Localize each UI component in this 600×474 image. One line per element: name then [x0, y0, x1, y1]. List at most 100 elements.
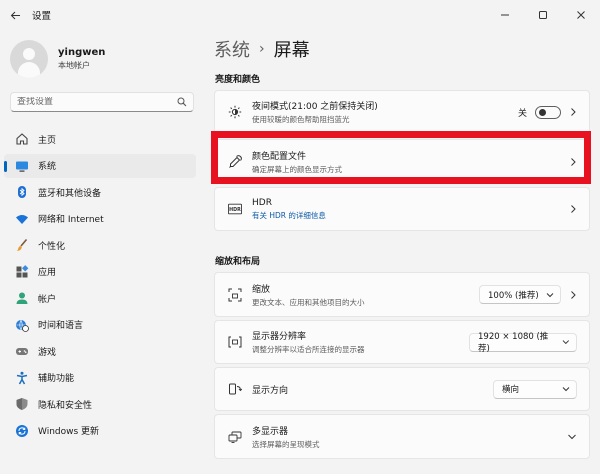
orientation-dropdown[interactable]: 横向 — [493, 379, 577, 399]
multiple-displays-subtitle: 选择屏幕的呈现模式 — [252, 439, 320, 449]
sidebar-item-gaming[interactable]: 游戏 — [4, 339, 196, 363]
resolution-dropdown[interactable]: 1920 × 1080 (推荐) — [469, 332, 577, 354]
resolution-subtitle: 调整分辨率以适合所连接的显示器 — [252, 345, 365, 354]
color-profile-title: 颜色配置文件 — [252, 151, 307, 162]
back-arrow-icon — [10, 11, 20, 19]
resolution-icon — [228, 335, 242, 349]
sidebar-item-apps[interactable]: 应用 — [4, 260, 196, 284]
sidebar-item-privacy[interactable]: 隐私和安全性 — [4, 392, 196, 416]
hdr-learn-more-link[interactable]: 有关 HDR 的详细信息 — [252, 210, 561, 221]
shield-icon — [15, 397, 29, 411]
scale-subtitle: 更改文本、应用和其他项目的大小 — [252, 297, 365, 307]
color-profile-subtitle: 确定屏幕上的颜色显示方式 — [252, 164, 342, 174]
maximize-button[interactable] — [524, 0, 562, 30]
brush-icon — [15, 238, 29, 252]
multiple-displays-icon — [228, 430, 242, 444]
resolution-dropdown-value: 1920 × 1080 (推荐) — [478, 332, 549, 354]
wifi-icon — [15, 212, 29, 226]
sidebar-item-label: 隐私和安全性 — [38, 400, 93, 411]
search-input[interactable] — [17, 97, 177, 107]
resolution-title: 显示器分辨率 — [252, 332, 307, 342]
chevron-down-icon — [546, 292, 554, 297]
night-light-toggle[interactable] — [535, 105, 561, 119]
user-name: yingwen — [58, 47, 106, 58]
sidebar-item-network[interactable]: 网络和 Internet — [4, 207, 196, 231]
orientation-title: 显示方向 — [252, 385, 289, 396]
app-title: 设置 — [32, 11, 52, 22]
sidebar-item-label: 游戏 — [38, 347, 57, 358]
sidebar-item-label: 应用 — [38, 268, 57, 278]
section-title-scale-layout: 缩放和布局 — [215, 257, 261, 267]
eyedropper-icon — [228, 154, 242, 169]
chevron-right-icon[interactable] — [569, 157, 577, 167]
sidebar-item-time-language[interactable]: 时间和语言 — [4, 313, 196, 337]
sidebar-item-label: 主页 — [38, 135, 57, 146]
search-icon[interactable] — [177, 97, 187, 107]
resolution-card[interactable]: 显示器分辨率 调整分辨率以适合所连接的显示器 1920 × 1080 (推荐) — [214, 320, 590, 364]
user-profile[interactable]: yingwen 本地帐户 — [10, 40, 105, 78]
chevron-right-icon[interactable] — [569, 290, 577, 300]
title-bar: 设置 — [0, 0, 600, 30]
sidebar-item-label: 辅助功能 — [38, 374, 75, 384]
sidebar-item-label: 蓝牙和其他设备 — [38, 188, 102, 199]
window-controls — [486, 0, 600, 30]
search-box[interactable] — [10, 92, 194, 112]
bluetooth-icon — [15, 185, 29, 199]
sidebar-item-windows-update[interactable]: Windows 更新 — [4, 419, 196, 443]
minimize-icon — [501, 14, 509, 16]
scale-dropdown[interactable]: 100% (推荐) — [479, 285, 561, 304]
update-icon — [15, 424, 29, 438]
breadcrumb-parent[interactable]: 系统 — [214, 36, 250, 62]
maximize-icon — [539, 11, 547, 19]
account-type: 本地帐户 — [58, 61, 90, 70]
orientation-icon — [228, 382, 242, 396]
scale-card[interactable]: 缩放 更改文本、应用和其他项目的大小 100% (推荐) — [214, 272, 590, 317]
globe-clock-icon — [15, 318, 29, 332]
system-icon — [15, 159, 29, 173]
hdr-title: HDR — [252, 197, 272, 208]
hdr-card[interactable]: HDR HDR 有关 HDR 的详细信息 — [214, 187, 590, 231]
sidebar-item-accounts[interactable]: 帐户 — [4, 286, 196, 310]
chevron-right-icon[interactable] — [569, 204, 577, 214]
main-content: 系统 › 屏幕 亮度和颜色 夜间模式(21:00 之前保持关闭) 使用较暖的颜色… — [205, 30, 600, 474]
night-light-card[interactable]: 夜间模式(21:00 之前保持关闭) 使用较暖的颜色帮助阻挡蓝光 关 — [214, 90, 590, 134]
nav-list: 主页 系统 蓝牙和其他设备 网络和 Internet 个性化 应用 帐户 时间和… — [4, 127, 196, 445]
hdr-icon: HDR — [228, 202, 242, 216]
multiple-displays-title: 多显示器 — [252, 426, 289, 437]
multiple-displays-card[interactable]: 多显示器 选择屏幕的呈现模式 — [214, 414, 590, 459]
sidebar-item-label: 时间和语言 — [38, 321, 84, 331]
minimize-button[interactable] — [486, 0, 524, 30]
sidebar: yingwen 本地帐户 主页 系统 蓝牙和其他设备 — [0, 30, 205, 474]
home-icon — [15, 132, 29, 146]
orientation-card[interactable]: 显示方向 横向 — [214, 367, 590, 411]
sidebar-item-bluetooth[interactable]: 蓝牙和其他设备 — [4, 180, 196, 204]
sidebar-item-accessibility[interactable]: 辅助功能 — [4, 366, 196, 390]
chevron-down-icon — [562, 340, 570, 345]
sidebar-item-label: Windows 更新 — [38, 427, 100, 437]
scale-dropdown-value: 100% (推荐) — [488, 290, 539, 301]
brightness-icon — [228, 105, 242, 119]
scale-title: 缩放 — [252, 284, 271, 295]
breadcrumb: 系统 › 屏幕 — [214, 36, 310, 62]
account-icon — [15, 291, 29, 305]
accessibility-icon — [15, 371, 29, 385]
night-light-title: 夜间模式(21:00 之前保持关闭) — [252, 102, 378, 112]
sidebar-item-home[interactable]: 主页 — [4, 127, 196, 151]
night-light-subtitle: 使用较暖的颜色帮助阻挡蓝光 — [252, 115, 350, 124]
chevron-right-icon[interactable] — [569, 107, 577, 117]
scale-icon — [228, 288, 242, 302]
back-button[interactable] — [0, 0, 30, 30]
chevron-down-icon[interactable] — [567, 433, 577, 441]
sidebar-item-system[interactable]: 系统 — [4, 153, 196, 178]
chevron-down-icon — [562, 387, 570, 392]
avatar — [10, 40, 48, 78]
sidebar-item-label: 帐户 — [38, 294, 57, 305]
night-light-toggle-label: 关 — [517, 108, 527, 119]
close-button[interactable] — [562, 0, 600, 30]
chevron-right-icon: › — [259, 41, 265, 57]
page-title: 屏幕 — [273, 40, 310, 61]
color-profile-card[interactable]: 颜色配置文件 确定屏幕上的颜色显示方式 — [214, 139, 590, 184]
apps-icon — [15, 264, 29, 279]
gamepad-icon — [15, 344, 29, 358]
sidebar-item-personalization[interactable]: 个性化 — [4, 233, 196, 257]
